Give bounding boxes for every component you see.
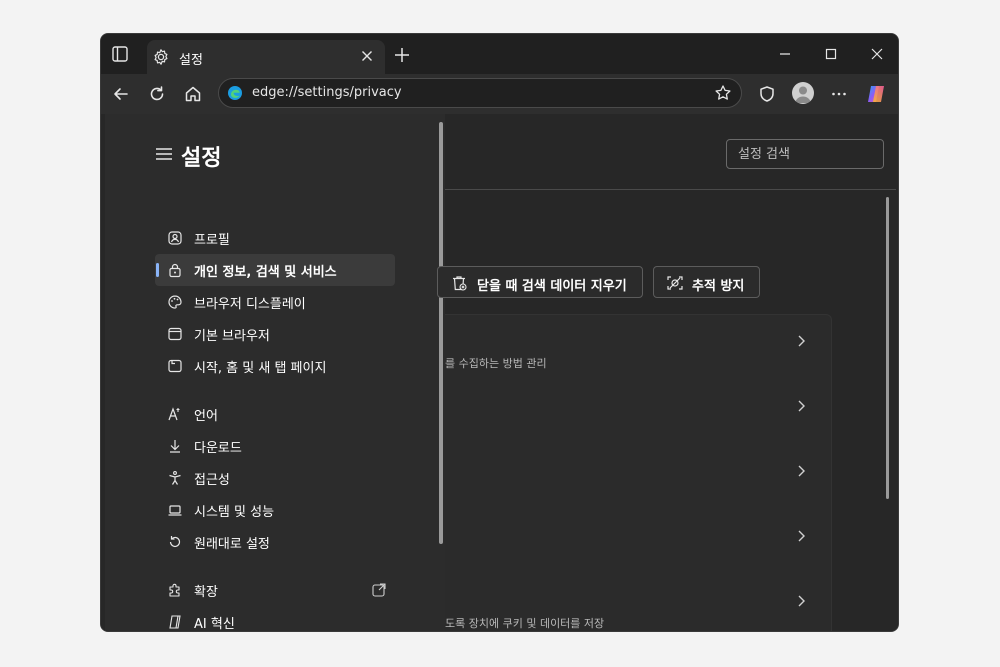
chevron-right-icon[interactable] (795, 529, 807, 543)
hamburger-menu-icon[interactable] (155, 147, 173, 161)
sidebar-item-label: 프로필 (194, 233, 230, 248)
sidebar-item-label: 확장 (194, 585, 218, 600)
tracking-prevention-label: 추적 방지 (692, 279, 745, 294)
sidebar-item-reset[interactable]: 원래대로 설정 (155, 526, 395, 558)
chevron-right-icon[interactable] (795, 399, 807, 413)
sidebar-item-label: 시스템 및 성능 (194, 505, 275, 520)
sidebar-item-languages[interactable]: 언어 (155, 398, 395, 430)
selected-indicator (156, 263, 159, 277)
language-icon (168, 407, 180, 421)
edge-logo-icon (228, 86, 242, 100)
page-title: 설정 (181, 146, 222, 171)
sidebar-item-label: 언어 (194, 409, 218, 424)
sidebar-item-default-browser[interactable]: 기본 브라우저 (155, 318, 395, 350)
settings-content: 설정 프로필 개인 정보, 검색 및 서비스 브라우저 디스플레이 기본 브라우… (101, 114, 898, 632)
browser-window: 설정 edge://settings/privacy 설정 프로필 개인 정보,… (100, 33, 899, 632)
sidebar-item-privacy[interactable]: 개인 정보, 검색 및 서비스 (155, 254, 395, 286)
trash-clear-icon (453, 276, 467, 291)
profile-icon (168, 231, 182, 245)
reset-icon (169, 536, 181, 548)
setting-description: 도록 장치에 쿠키 및 데이터를 저장 (445, 617, 605, 630)
palette-icon (168, 295, 182, 309)
tab-title: 설정 (179, 53, 203, 68)
copilot-icon[interactable] (865, 83, 887, 105)
more-options-icon[interactable] (829, 84, 849, 104)
lock-icon (169, 263, 181, 278)
tab-actions-icon[interactable] (111, 45, 129, 63)
new-tab-page-icon (168, 359, 182, 373)
sidebar-item-start-home[interactable]: 시작, 홈 및 새 탭 페이지 (155, 350, 395, 382)
tracking-prevention-button[interactable]: 추적 방지 (653, 266, 760, 298)
avatar-person-icon (795, 86, 811, 103)
tracking-prevention-icon (667, 276, 683, 290)
sidebar-item-label: AI 혁신 (194, 617, 235, 632)
sidebar-item-label: 원래대로 설정 (194, 537, 270, 552)
nav-scrollbar[interactable] (439, 122, 443, 544)
tab-settings[interactable]: 설정 (147, 40, 385, 74)
chevron-right-icon[interactable] (795, 464, 807, 478)
refresh-icon[interactable] (147, 84, 167, 104)
address-bar[interactable]: edge://settings/privacy (218, 78, 742, 108)
sidebar-item-label: 시작, 홈 및 새 탭 페이지 (194, 361, 327, 376)
toolbar: edge://settings/privacy (101, 74, 898, 114)
window-close-icon[interactable] (867, 44, 887, 64)
sidebar-item-label: 브라우저 디스플레이 (194, 297, 306, 312)
extension-icon (169, 583, 180, 597)
browser-window-icon (168, 327, 182, 341)
minimize-icon[interactable] (775, 44, 795, 64)
sidebar-item-label: 개인 정보, 검색 및 서비스 (194, 265, 337, 280)
external-link-icon (372, 583, 386, 597)
sidebar-item-appearance[interactable]: 브라우저 디스플레이 (155, 286, 395, 318)
clear-on-close-button[interactable]: 닫을 때 검색 데이터 지우기 (437, 266, 643, 298)
settings-search[interactable] (726, 139, 884, 169)
ai-icon (169, 615, 181, 629)
sidebar-item-ai[interactable]: AI 혁신 (155, 606, 395, 632)
sidebar-item-extensions[interactable]: 확장 (155, 574, 395, 606)
shield-icon[interactable] (757, 84, 777, 104)
sidebar-item-label: 접근성 (194, 473, 230, 488)
sidebar-item-accessibility[interactable]: 접근성 (155, 462, 395, 494)
sidebar-item-downloads[interactable]: 다운로드 (155, 430, 395, 462)
avatar[interactable] (792, 82, 814, 104)
close-icon[interactable] (359, 48, 375, 64)
header-divider (445, 189, 896, 190)
settings-nav-panel: 설정 프로필 개인 정보, 검색 및 서비스 브라우저 디스플레이 기본 브라우… (105, 114, 445, 632)
chevron-right-icon[interactable] (795, 334, 807, 348)
title-bar: 설정 (101, 34, 898, 74)
gear-icon (154, 49, 168, 65)
url-text: edge://settings/privacy (252, 85, 402, 100)
sidebar-item-system[interactable]: 시스템 및 성능 (155, 494, 395, 526)
laptop-icon (168, 505, 182, 516)
accessibility-icon (169, 471, 181, 485)
setting-description: 를 수집하는 방법 관리 (445, 357, 547, 370)
maximize-icon[interactable] (821, 44, 841, 64)
sidebar-item-label: 기본 브라우저 (194, 329, 270, 344)
main-scrollbar[interactable] (886, 197, 889, 499)
home-icon[interactable] (183, 84, 203, 104)
download-icon (170, 440, 180, 453)
search-input[interactable] (727, 140, 883, 168)
back-icon[interactable] (111, 84, 131, 104)
new-tab-icon[interactable] (393, 46, 411, 64)
sidebar-item-profile[interactable]: 프로필 (155, 222, 395, 254)
clear-on-close-label: 닫을 때 검색 데이터 지우기 (477, 279, 627, 294)
favorite-star-icon[interactable] (714, 84, 732, 102)
chevron-right-icon[interactable] (795, 594, 807, 608)
sidebar-item-label: 다운로드 (194, 441, 242, 456)
